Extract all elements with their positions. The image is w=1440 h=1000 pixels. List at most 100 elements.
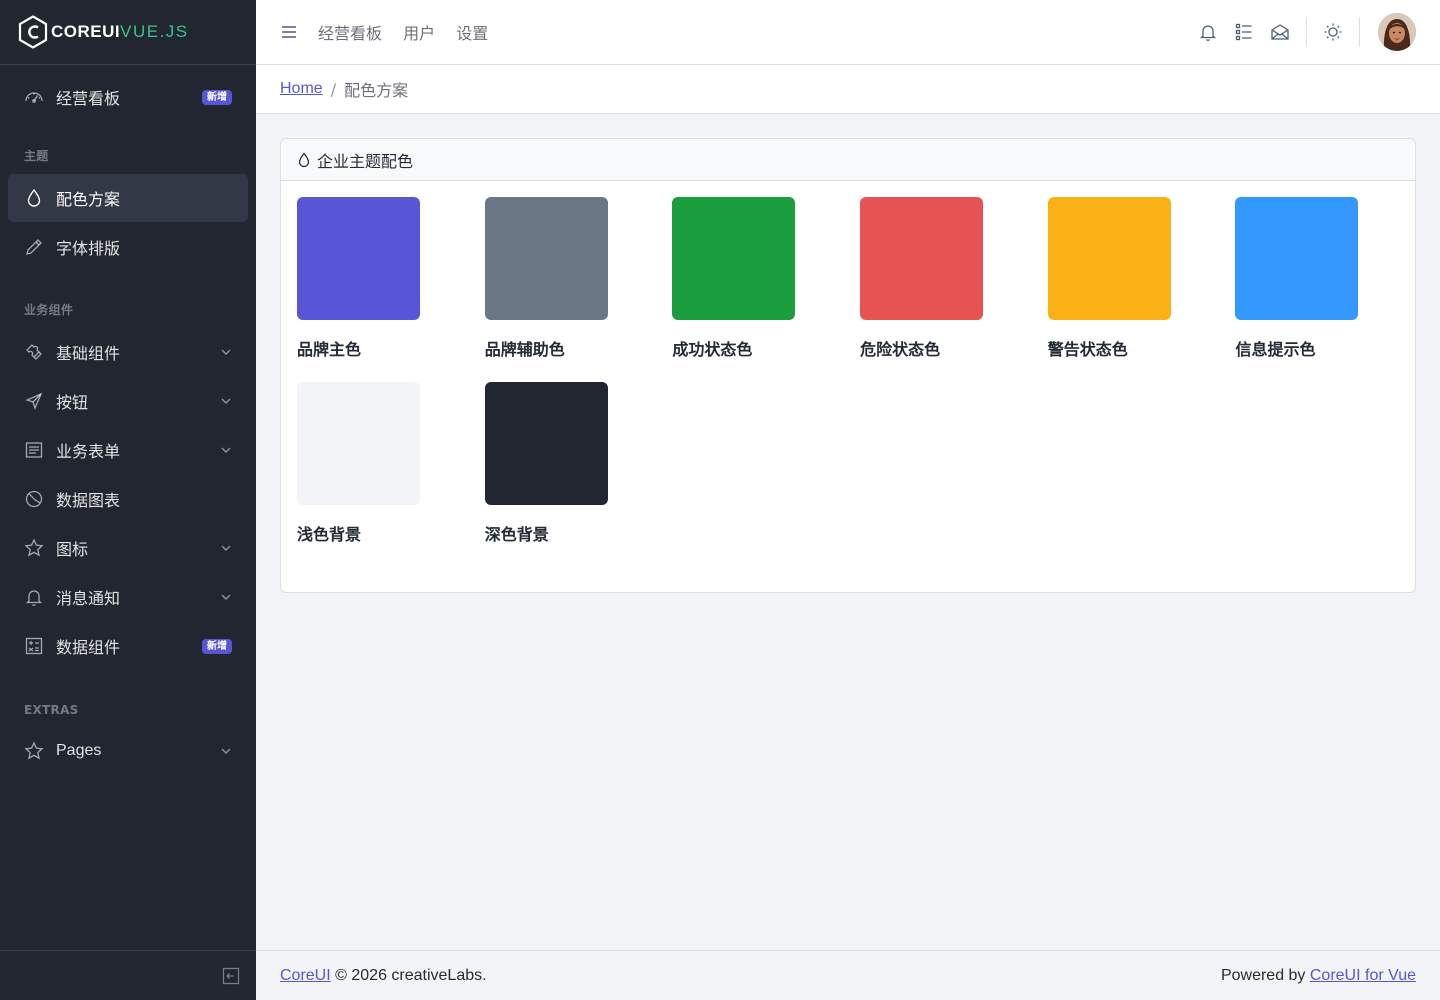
- user-avatar-image: [1378, 13, 1416, 51]
- sidebar-item-forms[interactable]: 业务表单: [8, 426, 248, 474]
- bell-icon: [24, 587, 44, 607]
- new-badge: 新增: [202, 89, 232, 105]
- color-swatch-item: 警告状态色: [1047, 197, 1236, 360]
- footer-coreui-vue-link[interactable]: CoreUI for Vue: [1310, 967, 1416, 984]
- color-swatch-item: 品牌辅助色: [484, 197, 673, 360]
- header-nav: 经营看板 用户 设置: [318, 20, 504, 44]
- nav-section-title: 主题: [24, 149, 49, 163]
- color-swatch-label: 成功状态色: [672, 340, 753, 359]
- drop-icon: [298, 151, 310, 167]
- bell-icon[interactable]: [1198, 22, 1218, 42]
- header-right: [1190, 13, 1416, 51]
- pencil-icon: [24, 237, 44, 257]
- color-swatch: [484, 197, 608, 320]
- color-swatch-item: 成功状态色: [672, 197, 860, 360]
- sidebar-item-charts[interactable]: 数据图表: [8, 475, 248, 523]
- chevron-down-icon: [221, 594, 231, 600]
- avatar[interactable]: [1378, 13, 1416, 51]
- sidebar-toggler-icon[interactable]: [222, 967, 240, 985]
- sidebar: COREUIVUE.JS 经营看板 新增 主题 配色方案 字体排版 业务组件 基…: [0, 0, 256, 1000]
- sun-icon[interactable]: [1323, 22, 1343, 42]
- sidebar-item-dashboard[interactable]: 经营看板 新增: [8, 73, 248, 121]
- color-swatch: [672, 197, 796, 320]
- sidebar-item-base[interactable]: 基础组件: [8, 328, 248, 376]
- sidebar-item-label: 消息通知: [56, 589, 121, 608]
- footer-coreui-link[interactable]: CoreUI: [280, 967, 331, 984]
- color-swatch-label: 品牌主色: [297, 340, 362, 359]
- color-swatch-item: 危险状态色: [860, 197, 1048, 360]
- chevron-down-icon: [221, 447, 231, 453]
- header: 经营看板 用户 设置: [256, 0, 1440, 65]
- color-swatch-grid: 品牌主色 品牌辅助色 成功状态色 危险状态色 警告状态色 信息提示色浅色背景 深色背景: [281, 181, 1415, 545]
- sidebar-item-typography[interactable]: 字体排版: [8, 223, 248, 271]
- color-swatch-label: 警告状态色: [1047, 340, 1128, 359]
- breadcrumb-separator: /: [330, 79, 337, 99]
- color-swatch: [1235, 197, 1359, 320]
- sidebar-item-icons[interactable]: 图标: [8, 524, 248, 572]
- chevron-down-icon: [221, 545, 231, 551]
- color-swatch: [860, 197, 984, 320]
- header-nav-dashboard[interactable]: 经营看板: [318, 24, 382, 43]
- page-content: 企业主题配色 品牌主色 品牌辅助色 成功状态色 危险状态色 警告状态色 信息提示色浅色背景…: [256, 114, 1440, 617]
- breadcrumb: Home / 配色方案: [256, 65, 1440, 114]
- color-swatch-label: 危险状态色: [860, 340, 941, 359]
- sidebar-item-label: 字体排版: [56, 239, 121, 258]
- color-swatch-label: 深色背景: [484, 525, 549, 544]
- notes-icon: [24, 440, 44, 460]
- chevron-down-icon: [221, 349, 231, 355]
- footer-copyright: © 2026 creativeLabs.: [330, 966, 487, 984]
- menu-icon[interactable]: [280, 23, 298, 41]
- sidebar-item-buttons[interactable]: 按钮: [8, 377, 248, 425]
- star-icon: [24, 741, 44, 761]
- color-swatch: [484, 382, 608, 505]
- header-nav-settings[interactable]: 设置: [456, 24, 488, 43]
- footer-powered-by: Powered by: [1220, 966, 1310, 984]
- sidebar-item-notifications[interactable]: 消息通知: [8, 573, 248, 621]
- breadcrumb-home-link[interactable]: Home: [280, 80, 323, 98]
- color-swatch-item: 深色背景: [484, 382, 673, 545]
- color-swatch-item: 品牌主色: [297, 197, 485, 360]
- sidebar-item-pages[interactable]: Pages: [8, 727, 248, 775]
- sidebar-brand[interactable]: COREUIVUE.JS: [0, 0, 256, 65]
- color-swatch-item: 浅色背景: [297, 382, 485, 545]
- color-swatch: [297, 382, 420, 505]
- nav-section-title: 业务组件: [24, 303, 74, 317]
- card-title: 企业主题配色: [317, 151, 414, 171]
- card-header: 企业主题配色: [281, 139, 1415, 181]
- sidebar-item-label: 图标: [56, 540, 89, 559]
- footer: CoreUI © 2026 creativeLabs. Powered by C…: [256, 950, 1440, 1000]
- sidebar-item-label: 经营看板: [56, 89, 121, 108]
- puzzle-icon: [24, 342, 44, 362]
- sidebar-item-label: Pages: [56, 742, 102, 759]
- sidebar-footer: [0, 950, 256, 1000]
- coreui-logo-icon: [18, 15, 48, 49]
- drop-icon: [24, 188, 44, 208]
- new-badge: 新增: [202, 638, 232, 654]
- sidebar-item-label: 数据组件: [56, 638, 121, 657]
- chevron-down-icon: [221, 398, 231, 404]
- header-divider: [1306, 17, 1307, 47]
- calculator-icon: [24, 636, 44, 656]
- list-icon[interactable]: [1234, 22, 1254, 42]
- sidebar-item-label: 数据图表: [56, 491, 121, 510]
- sidebar-item-widgets[interactable]: 数据组件 新增: [8, 622, 248, 670]
- sidebar-item-label: 业务表单: [56, 442, 121, 461]
- color-swatch-label: 品牌辅助色: [484, 340, 565, 359]
- brand-name: COREUIVUE.JS: [51, 22, 189, 41]
- chevron-down-icon: [221, 748, 231, 754]
- footer-right: Powered by CoreUI for Vue: [1221, 967, 1416, 985]
- sidebar-item-colors[interactable]: 配色方案: [8, 174, 248, 222]
- sidebar-nav: 经营看板 新增 主题 配色方案 字体排版 业务组件 基础组件 按钮 业务表单 数…: [0, 65, 256, 775]
- color-swatch: [1047, 197, 1171, 320]
- theme-colors-card: 企业主题配色 品牌主色 品牌辅助色 成功状态色 危险状态色 警告状态色 信息提示色浅色背景…: [280, 138, 1416, 593]
- color-swatch-label: 信息提示色: [1235, 340, 1316, 359]
- star-icon: [24, 538, 44, 558]
- envelope-open-icon[interactable]: [1270, 22, 1290, 42]
- sidebar-item-label: 按钮: [56, 393, 89, 412]
- breadcrumb-current: 配色方案: [344, 81, 409, 100]
- cursor-icon: [24, 391, 44, 411]
- color-swatch-label: 浅色背景: [297, 525, 362, 544]
- header-nav-users[interactable]: 用户: [403, 24, 435, 43]
- sidebar-item-label: 基础组件: [56, 344, 121, 363]
- color-swatch-item: 信息提示色: [1235, 197, 1423, 360]
